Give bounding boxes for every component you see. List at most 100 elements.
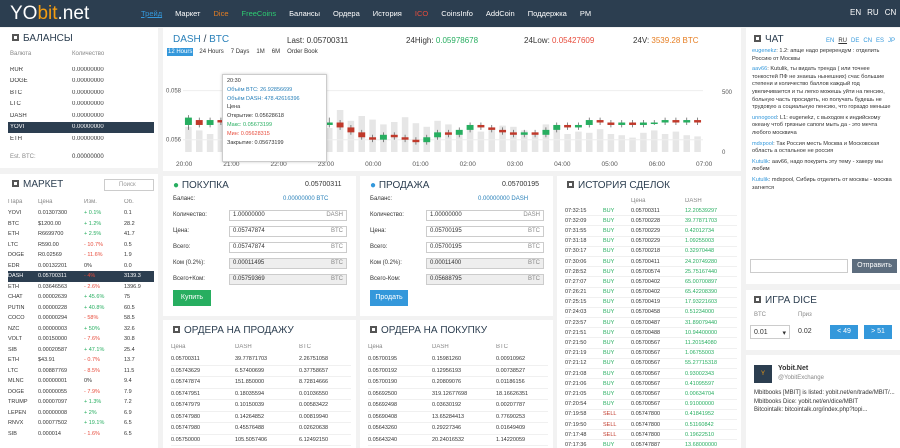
market-row[interactable]: ETH 0.03646563 - 2.6% 1396.9 xyxy=(8,282,154,293)
candle[interactable] xyxy=(184,117,192,125)
market-row[interactable]: RNVX 0.00077502 + 19.1% 6.5 xyxy=(8,418,154,429)
market-row[interactable]: TRUMP 0.00007097 + 1.3% 7.2 xyxy=(8,397,154,408)
chat-username[interactable]: mdxpool xyxy=(752,141,773,147)
table-row[interactable]: 07:25:15 BUY 0.05700419 17.93221603 xyxy=(565,298,737,308)
nav-item[interactable]: Маркет xyxy=(175,9,200,18)
table-row[interactable]: 07:23:57 BUY 0.05700487 31.89079440 xyxy=(565,318,737,329)
candle[interactable] xyxy=(607,122,615,125)
table-row[interactable]: 07:27:07 BUY 0.05700402 65.00700897 xyxy=(565,277,737,288)
dice-high-button[interactable]: > 51 xyxy=(864,325,892,339)
nav-item[interactable]: Dice xyxy=(213,9,228,18)
candle[interactable] xyxy=(336,122,344,128)
candle[interactable] xyxy=(369,137,377,140)
candle[interactable] xyxy=(488,127,496,130)
candle[interactable] xyxy=(596,120,604,123)
period-tab[interactable]: 24 Hours xyxy=(198,48,224,56)
logo[interactable]: YObit.net xyxy=(10,3,89,25)
balance-row[interactable]: DOGE 0.00000000 xyxy=(8,76,154,88)
table-row[interactable]: 07:21:51 BUY 0.05700488 10.94400000 xyxy=(565,328,737,339)
sell-total-input[interactable]: 0.05700195 BTC xyxy=(426,242,544,253)
nav-item[interactable]: История xyxy=(373,9,402,18)
period-tab[interactable]: 12 Hours xyxy=(167,48,194,56)
table-row[interactable]: 07:19:58 SELL 0.05747800 0.41841952 xyxy=(565,410,737,420)
chat-lang-cn[interactable]: CN xyxy=(863,38,872,44)
market-row[interactable]: DOGE 0.00000055 - 7.9% 7.9 xyxy=(8,387,154,398)
table-row[interactable]: 0.05692500 319.12677698 18.16626351 xyxy=(368,389,548,400)
nav-item[interactable]: FreeCoins xyxy=(242,9,277,18)
market-row[interactable]: DOGE R0.02569 - 11.6% 1.9 xyxy=(8,250,154,261)
candle[interactable] xyxy=(412,139,420,143)
table-row[interactable]: 0.05690408 13.65284413 0.77690253 xyxy=(368,412,548,423)
candle[interactable] xyxy=(585,120,593,125)
nav-item[interactable]: PM xyxy=(580,9,591,18)
period-tab[interactable]: 6M xyxy=(271,48,281,56)
sell-button[interactable]: Продать xyxy=(370,290,408,306)
buy-price-input[interactable]: 0.05747874 BTC xyxy=(229,226,347,237)
table-row[interactable]: 07:24:03 BUY 0.05700458 0.51234000 xyxy=(565,308,737,319)
market-row[interactable]: LEPEN 0.00000008 + 2% 6.9 xyxy=(8,408,154,419)
balance-row[interactable]: ETH 0.00000000 xyxy=(8,133,154,145)
candle[interactable] xyxy=(401,137,409,140)
candle[interactable] xyxy=(390,134,398,138)
nav-item[interactable]: Балансы xyxy=(289,9,320,18)
candle[interactable] xyxy=(683,120,691,123)
table-row[interactable]: 07:21:19 BUY 0.05700567 1.06755003 xyxy=(565,349,737,359)
chat-username[interactable]: Kutulik xyxy=(752,159,769,165)
candle[interactable] xyxy=(509,132,517,135)
market-row[interactable]: CHAT 0.00002639 + 45.6% 75 xyxy=(8,292,154,303)
tweet-handle[interactable]: @YobitExchange xyxy=(778,375,824,381)
table-row[interactable]: 07:21:08 BUY 0.05700567 0.93002343 xyxy=(565,369,737,380)
market-row[interactable]: ETH R6699700 + 2.5% 41.7 xyxy=(8,229,154,240)
sell-price-input[interactable]: 0.05700195 BTC xyxy=(426,226,544,237)
market-row[interactable]: YOVI 0.01307300 + 0.1% 0.1 xyxy=(8,208,154,219)
candle[interactable] xyxy=(531,132,539,135)
candle[interactable] xyxy=(434,132,442,138)
table-row[interactable]: 07:17:48 SELL 0.05747800 0.19622510 xyxy=(565,430,737,441)
candle[interactable] xyxy=(629,122,637,125)
table-row[interactable]: 0.05747980 0.45576488 0.02620638 xyxy=(171,423,351,435)
candle[interactable] xyxy=(639,122,647,125)
balance-row[interactable]: YOVI 0.00000000 xyxy=(8,121,154,133)
candle[interactable] xyxy=(564,124,572,128)
table-row[interactable]: 0.05747951 0.18035594 0.01036550 xyxy=(171,389,351,400)
col-header[interactable]: Цена xyxy=(38,199,84,205)
chat-username[interactable]: unnogood xyxy=(752,115,777,121)
dice-amount-select[interactable]: 0.01 ▾ xyxy=(750,325,790,339)
market-row[interactable]: BTC $1200.00 + 1.2% 28.2 xyxy=(8,219,154,230)
table-row[interactable]: 07:21:05 BUY 0.05700567 0.00634704 xyxy=(565,389,737,400)
candle[interactable] xyxy=(477,124,485,128)
table-row[interactable]: 07:28:52 BUY 0.05700574 25.75167440 xyxy=(565,267,737,278)
buy-balance[interactable]: 0.00000000 BTC xyxy=(283,196,328,202)
lang-ru[interactable]: RU xyxy=(867,8,879,17)
table-row[interactable]: 0.05747874 151.850000 8.72814666 xyxy=(171,377,351,389)
candle[interactable] xyxy=(520,132,528,135)
candle[interactable] xyxy=(661,120,669,123)
table-row[interactable]: 0.05692498 0.03630192 0.00207787 xyxy=(368,400,548,412)
chat-username[interactable]: aav66 xyxy=(752,66,767,72)
table-row[interactable]: 0.05750000 105.5057406 6.12492150 xyxy=(171,435,351,446)
buy-button[interactable]: Купить xyxy=(173,290,211,306)
period-tab[interactable]: Order Book xyxy=(286,48,319,56)
candle[interactable] xyxy=(444,132,452,135)
nav-item[interactable]: ICO xyxy=(415,9,428,18)
tweet-author[interactable]: Yobit.Net xyxy=(778,365,808,372)
candle[interactable] xyxy=(574,124,582,128)
chat-lang-en[interactable]: EN xyxy=(826,38,834,44)
nav-item[interactable]: AddCoin xyxy=(486,9,515,18)
candle[interactable] xyxy=(553,124,561,130)
table-row[interactable]: 0.05643240 20.24016532 1.14220059 xyxy=(368,435,548,446)
candle[interactable] xyxy=(466,124,474,130)
table-row[interactable]: 0.05700195 0.15981260 0.00910962 xyxy=(368,354,548,366)
table-row[interactable]: 07:20:54 BUY 0.05700567 0.91000000 xyxy=(565,400,737,410)
market-row[interactable]: LTC 0.00887769 - 8.5% 11.5 xyxy=(8,366,154,377)
table-row[interactable]: 07:32:15 BUY 0.05700311 12.20539297 xyxy=(565,206,737,217)
candle[interactable] xyxy=(195,120,203,125)
candle[interactable] xyxy=(499,129,507,133)
lang-cn[interactable]: CN xyxy=(885,8,897,17)
table-row[interactable]: 0.05743629 6.57400699 0.37758657 xyxy=(171,366,351,377)
col-header[interactable]: Пара xyxy=(8,199,38,205)
candle[interactable] xyxy=(618,122,626,125)
market-row[interactable]: NZC 0.00000003 + 50% 32.6 xyxy=(8,324,154,335)
table-row[interactable]: 07:30:17 BUY 0.05700218 0.32970448 xyxy=(565,247,737,257)
table-row[interactable]: 07:31:55 BUY 0.05700229 0.42012734 xyxy=(565,226,737,237)
